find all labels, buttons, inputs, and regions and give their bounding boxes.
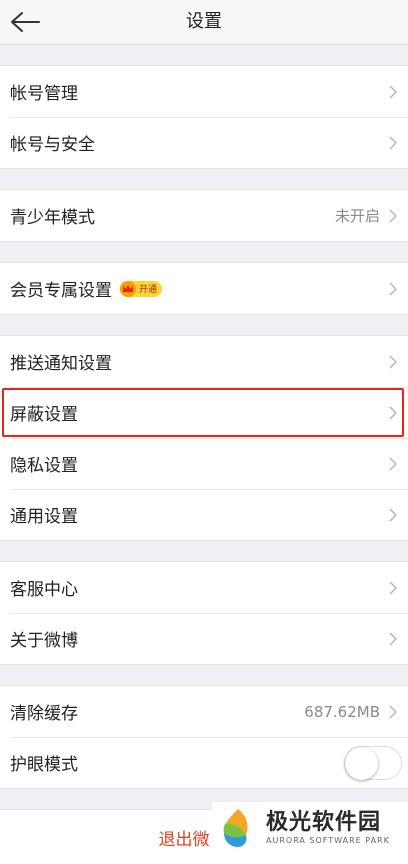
member-group: 会员专属设置 开通: [0, 262, 408, 315]
customer-service-row[interactable]: 客服中心: [0, 562, 408, 613]
section-gap: [0, 541, 408, 561]
youth-mode-row[interactable]: 青少年模式 未开启: [0, 190, 408, 241]
chevron-right-icon: [388, 704, 398, 720]
vip-badge: 开通: [120, 280, 163, 297]
general-settings-row[interactable]: 通用设置: [0, 489, 408, 540]
eye-protection-toggle[interactable]: [344, 745, 402, 780]
chevron-right-icon: [388, 84, 398, 100]
section-gap: [0, 665, 408, 685]
row-label: 关于微博: [10, 631, 78, 651]
row-label: 屏蔽设置: [10, 405, 78, 425]
navigation-bar: 设置: [0, 0, 408, 45]
row-label: 客服中心: [10, 580, 78, 600]
section-gap: [0, 45, 408, 65]
block-settings-row[interactable]: 屏蔽设置: [0, 387, 408, 438]
section-gap: [0, 242, 408, 262]
settings-group: 推送通知设置 屏蔽设置 隐私设置 通用设置: [0, 335, 408, 541]
row-label: 清除缓存: [10, 704, 78, 724]
logout-label: 退出微: [158, 829, 210, 850]
chevron-right-icon: [388, 405, 398, 421]
chevron-right-icon: [388, 135, 398, 151]
member-settings-row[interactable]: 会员专属设置 开通: [0, 263, 408, 314]
row-label: 帐号管理: [10, 84, 78, 104]
watermark: 极光软件园 AURORA SOFTWARE PARK: [212, 802, 408, 852]
toggle-knob: [345, 746, 378, 780]
section-gap: [0, 315, 408, 335]
cache-size: 687.62MB: [304, 702, 380, 721]
row-label: 隐私设置: [10, 456, 78, 476]
account-management-row[interactable]: 帐号管理: [0, 66, 408, 117]
help-group: 客服中心 关于微博: [0, 561, 408, 665]
chevron-right-icon: [388, 631, 398, 647]
privacy-settings-row[interactable]: 隐私设置: [0, 438, 408, 489]
about-weibo-row[interactable]: 关于微博: [0, 613, 408, 664]
chevron-right-icon: [388, 281, 398, 297]
crown-icon: [120, 280, 136, 297]
account-group: 帐号管理 帐号与安全: [0, 65, 408, 169]
chevron-right-icon: [388, 354, 398, 370]
clear-cache-row[interactable]: 清除缓存 687.62MB: [0, 686, 408, 737]
page-title: 设置: [186, 11, 222, 32]
row-label: 青少年模式: [10, 208, 95, 228]
row-label: 帐号与安全: [10, 135, 95, 155]
aurora-logo-icon: [223, 809, 248, 847]
watermark-title: 极光软件园: [266, 809, 382, 835]
row-label: 推送通知设置: [10, 354, 112, 374]
chevron-right-icon: [388, 580, 398, 596]
chevron-right-icon: [388, 208, 398, 224]
push-notification-row[interactable]: 推送通知设置: [0, 336, 408, 387]
watermark-subtitle: AURORA SOFTWARE PARK: [266, 835, 390, 845]
row-label: 会员专属设置: [10, 281, 112, 301]
youth-mode-status: 未开启: [334, 207, 380, 225]
eye-protection-row: 护眼模式: [0, 737, 408, 788]
storage-group: 清除缓存 687.62MB 护眼模式: [0, 685, 408, 789]
youth-group: 青少年模式 未开启: [0, 189, 408, 242]
row-label: 护眼模式: [10, 755, 78, 775]
chevron-right-icon: [388, 507, 398, 523]
row-label: 通用设置: [10, 507, 78, 527]
chevron-right-icon: [388, 456, 398, 472]
vip-badge-label: 开通: [139, 285, 158, 295]
section-gap: [0, 169, 408, 189]
account-security-row[interactable]: 帐号与安全: [0, 117, 408, 168]
